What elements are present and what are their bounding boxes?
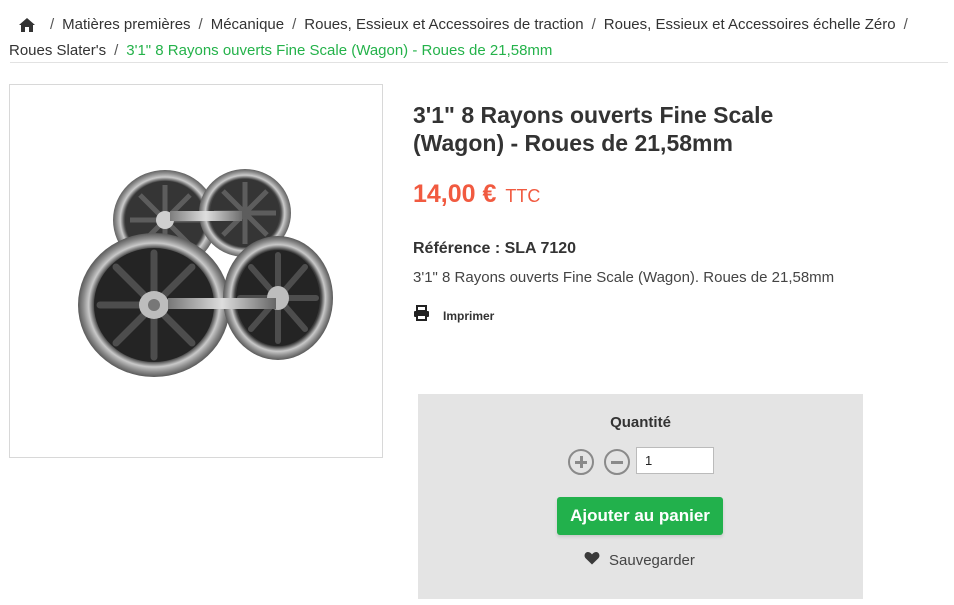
breadcrumb-item-roues-echelle-zero[interactable]: Roues, Essieux et Accessoires échelle Zé…: [604, 12, 896, 38]
quantity-decrease-button[interactable]: [604, 449, 630, 475]
print-link[interactable]: Imprimer: [413, 305, 494, 326]
reference-value: SLA 7120: [504, 240, 577, 257]
printer-icon: [413, 305, 430, 326]
wheelset-image: [78, 169, 333, 377]
save-label: Sauvegarder: [609, 552, 695, 569]
price-value: 14,00 €: [413, 180, 497, 208]
add-to-cart-button[interactable]: Ajouter au panier: [557, 497, 723, 535]
product-price: 14,00 € TTC: [413, 180, 540, 209]
breadcrumb-line-2: Roues Slater's / 3'1" 8 Rayons ouverts F…: [9, 38, 948, 64]
save-wishlist-link[interactable]: Sauvegarder: [584, 551, 695, 570]
plus-circle-icon-vertical: [579, 456, 583, 468]
quantity-input[interactable]: [636, 447, 714, 474]
breadcrumb-item-roues-slaters[interactable]: Roues Slater's: [9, 38, 106, 64]
breadcrumb-separator: /: [114, 42, 119, 59]
heart-icon: [584, 551, 600, 570]
quantity-label: Quantité: [610, 414, 671, 431]
price-suffix: TTC: [505, 186, 541, 206]
product-description: 3'1" 8 Rayons ouverts Fine Scale (Wagon)…: [413, 269, 835, 286]
home-icon[interactable]: [18, 15, 38, 35]
add-to-cart-panel: Quantité Ajouter au panier Sauvegarder: [418, 394, 863, 599]
reference-label: Référence :: [413, 240, 501, 257]
breadcrumb-separator: /: [292, 16, 297, 33]
breadcrumb-divider: [10, 62, 948, 63]
breadcrumb-separator: /: [591, 16, 596, 33]
breadcrumb-item-roues-traction[interactable]: Roues, Essieux et Accessoires de tractio…: [304, 12, 583, 38]
product-image[interactable]: [9, 84, 383, 458]
breadcrumb-line-1: / Matières premières / Mécanique / Roues…: [18, 12, 948, 38]
breadcrumb-separator: /: [198, 16, 203, 33]
quantity-increase-button[interactable]: [568, 449, 594, 475]
minus-circle-icon: [611, 460, 623, 464]
breadcrumb-item-mecanique[interactable]: Mécanique: [211, 12, 284, 38]
product-title: 3'1" 8 Rayons ouverts Fine Scale (Wagon)…: [413, 102, 774, 156]
breadcrumb: / Matières premières / Mécanique / Roues…: [9, 12, 948, 64]
breadcrumb-current: 3'1" 8 Rayons ouverts Fine Scale (Wagon)…: [126, 42, 553, 59]
breadcrumb-separator: /: [903, 16, 908, 33]
product-reference: Référence : SLA 7120: [413, 240, 576, 258]
print-label: Imprimer: [443, 308, 495, 323]
breadcrumb-item-matieres-premieres[interactable]: Matières premières: [62, 12, 190, 38]
breadcrumb-separator: /: [50, 16, 55, 33]
